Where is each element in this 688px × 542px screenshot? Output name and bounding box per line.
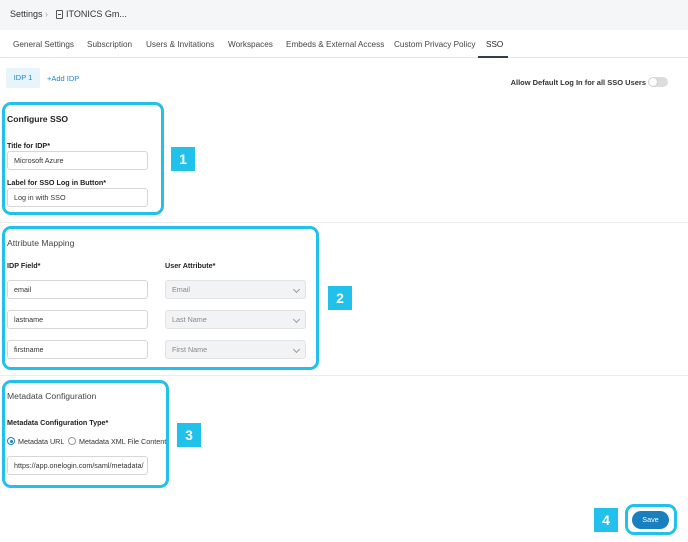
tab-subscription[interactable]: Subscription xyxy=(87,40,132,49)
section-divider xyxy=(0,375,688,376)
tab-general-settings[interactable]: General Settings xyxy=(13,40,74,49)
user-attribute-select-firstname[interactable]: First Name xyxy=(165,340,306,359)
radio-metadata-url-label[interactable]: Metadata URL xyxy=(18,437,64,446)
section-divider xyxy=(0,222,688,223)
attribute-mapping-title: Attribute Mapping xyxy=(7,238,75,248)
breadcrumb-org-label: ITONICS Gm... xyxy=(66,9,127,19)
callout-1: 1 xyxy=(171,147,195,171)
sso-button-label-input[interactable]: Log in with SSO xyxy=(7,188,148,207)
chevron-down-icon xyxy=(292,285,301,294)
callout-2: 2 xyxy=(328,286,352,310)
idp-field-input-lastname[interactable]: lastname xyxy=(7,310,148,329)
toggle-knob xyxy=(649,78,657,86)
metadata-type-label: Metadata Configuration Type* xyxy=(7,418,109,427)
allow-default-login-toggle[interactable] xyxy=(648,77,668,87)
idp-field-input-email[interactable]: email xyxy=(7,280,148,299)
tab-custom-privacy-policy[interactable]: Custom Privacy Policy xyxy=(394,40,475,49)
configure-sso-title: Configure SSO xyxy=(7,114,69,124)
user-attribute-value: Email xyxy=(172,285,190,294)
user-attribute-value: Last Name xyxy=(172,315,207,324)
metadata-configuration-title: Metadata Configuration xyxy=(7,391,97,401)
allow-default-login-label: Allow Default Log In for all SSO Users xyxy=(510,78,646,87)
save-button[interactable]: Save xyxy=(632,511,669,529)
callout-3: 3 xyxy=(177,423,201,447)
idp-field-input-firstname[interactable]: firstname xyxy=(7,340,148,359)
idp-tab-1[interactable]: IDP 1 xyxy=(6,68,40,88)
radio-metadata-xml-label[interactable]: Metadata XML File Content xyxy=(79,437,166,446)
active-tab-indicator xyxy=(478,56,508,58)
user-attribute-header: User Attribute* xyxy=(165,261,216,270)
radio-metadata-xml[interactable] xyxy=(68,437,76,445)
tab-embeds-external-access[interactable]: Embeds & External Access xyxy=(286,40,384,49)
sso-button-label-label: Label for SSO Log in Button* xyxy=(7,178,107,187)
add-idp-link[interactable]: +Add IDP xyxy=(47,74,79,83)
idp-field-header: IDP Field* xyxy=(7,261,41,270)
title-for-idp-label: Title for IDP* xyxy=(7,141,50,150)
settings-tabs: General Settings Subscription Users & In… xyxy=(0,30,688,58)
title-for-idp-input[interactable]: Microsoft Azure xyxy=(7,151,148,170)
radio-metadata-url[interactable] xyxy=(7,437,15,445)
user-attribute-select-lastname[interactable]: Last Name xyxy=(165,310,306,329)
top-bar: Settings › ITONICS Gm... xyxy=(0,0,688,30)
callout-4: 4 xyxy=(594,508,618,532)
tab-workspaces[interactable]: Workspaces xyxy=(228,40,273,49)
tab-users-invitations[interactable]: Users & Invitations xyxy=(146,40,214,49)
metadata-url-input[interactable]: https://app.onelogin.com/saml/metadata/ xyxy=(7,456,148,475)
chevron-down-icon xyxy=(292,345,301,354)
document-icon xyxy=(56,9,63,19)
chevron-down-icon xyxy=(292,315,301,324)
breadcrumb-org[interactable]: ITONICS Gm... xyxy=(56,9,127,19)
breadcrumb-separator: › xyxy=(45,9,48,19)
tab-sso[interactable]: SSO xyxy=(486,40,503,49)
user-attribute-select-email[interactable]: Email xyxy=(165,280,306,299)
breadcrumb-settings[interactable]: Settings xyxy=(10,9,43,19)
user-attribute-value: First Name xyxy=(172,345,208,354)
